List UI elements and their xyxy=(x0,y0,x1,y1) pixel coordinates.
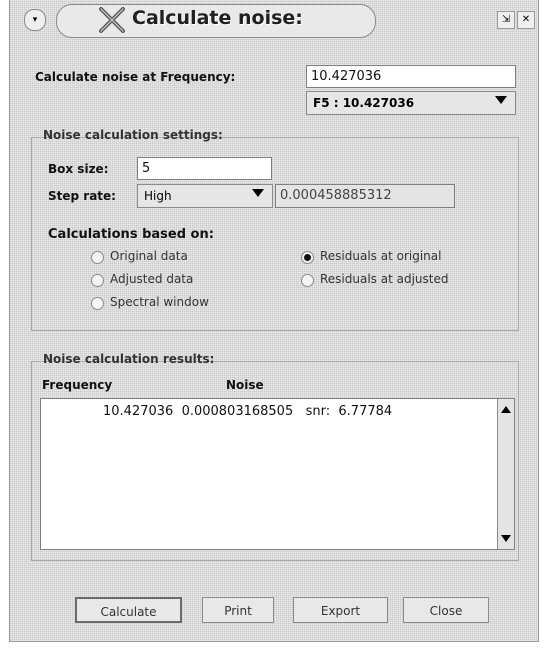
results-row: 10.427036 0.000803168505 snr: 6.77784 xyxy=(103,404,393,419)
frequency-select-value: F5 : 10.427036 xyxy=(313,96,415,110)
step-rate-label: Step rate: xyxy=(48,189,116,203)
step-rate-select[interactable]: High xyxy=(137,184,273,208)
calculate-button[interactable]: Calculate xyxy=(75,597,182,623)
settings-group-title: Noise calculation settings: xyxy=(43,128,223,142)
calculate-noise-window: ▾ Calculate noise: ⇲ ✕ Calculate noise a… xyxy=(9,0,539,642)
chevron-down-icon xyxy=(495,96,507,104)
radio-adjusted-data[interactable] xyxy=(91,274,104,287)
title-bar[interactable]: ▾ Calculate noise: ⇲ ✕ xyxy=(10,0,538,40)
column-frequency: Frequency xyxy=(42,378,113,392)
based-on-title: Calculations based on: xyxy=(48,227,214,242)
chevron-down-icon xyxy=(252,189,264,197)
radio-residuals-adjusted-label: Residuals at adjusted xyxy=(320,272,449,286)
scroll-down-icon[interactable] xyxy=(501,535,511,542)
close-icon[interactable]: ✕ xyxy=(517,11,535,29)
window-title: Calculate noise: xyxy=(132,7,303,29)
radio-residuals-original-label: Residuals at original xyxy=(320,249,442,263)
close-button[interactable]: Close xyxy=(403,597,489,623)
print-button[interactable]: Print xyxy=(202,597,274,623)
radio-spectral-window-label: Spectral window xyxy=(110,295,209,309)
frequency-input[interactable] xyxy=(306,65,516,88)
radio-original-data-label: Original data xyxy=(110,249,188,263)
radio-residuals-original[interactable] xyxy=(301,251,314,264)
radio-adjusted-data-label: Adjusted data xyxy=(110,272,194,286)
scroll-up-icon[interactable] xyxy=(501,406,511,413)
radio-original-data[interactable] xyxy=(91,251,104,264)
results-group-title: Noise calculation results: xyxy=(43,352,215,366)
export-button[interactable]: Export xyxy=(293,597,388,623)
shade-icon[interactable]: ⇲ xyxy=(497,11,515,29)
results-list[interactable]: 10.427036 0.000803168505 snr: 6.77784 xyxy=(40,398,515,550)
frequency-select[interactable]: F5 : 10.427036 xyxy=(306,91,516,115)
radio-residuals-adjusted[interactable] xyxy=(301,274,314,287)
x-logo-icon xyxy=(99,7,125,33)
column-noise: Noise xyxy=(226,378,264,392)
menu-icon[interactable]: ▾ xyxy=(24,9,46,31)
frequency-label: Calculate noise at Frequency: xyxy=(35,70,236,84)
step-rate-value: 0.000458885312 xyxy=(275,184,455,208)
results-scrollbar[interactable] xyxy=(497,399,514,549)
box-size-label: Box size: xyxy=(48,162,109,176)
step-rate-select-value: High xyxy=(144,189,172,203)
radio-spectral-window[interactable] xyxy=(91,297,104,310)
box-size-input[interactable] xyxy=(137,157,272,180)
